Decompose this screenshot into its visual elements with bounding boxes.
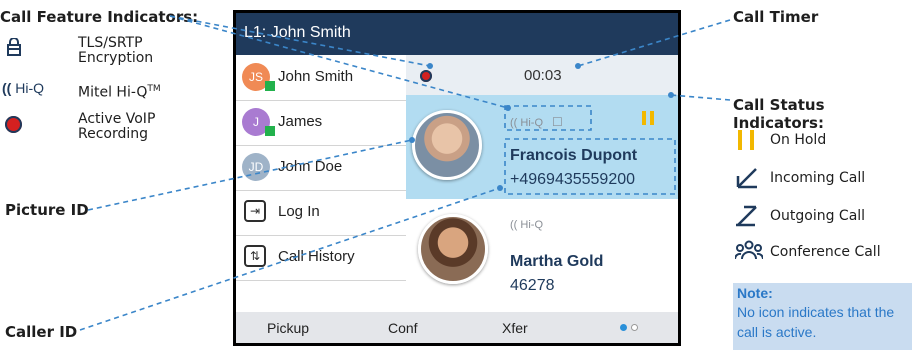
callout-box-caller [504, 138, 676, 195]
leader-dot [497, 185, 503, 191]
annotation-leader-lines [79, 15, 731, 331]
leader-line-status [670, 94, 731, 101]
leader-line-feature-hiq [169, 15, 509, 109]
leader-line-picture [87, 139, 413, 211]
leader-dot [409, 137, 415, 143]
leader-dot [505, 105, 511, 111]
leader-line-timer [577, 19, 731, 67]
leader-dot [575, 63, 581, 69]
leader-dot [427, 63, 433, 69]
leader-line-caller [79, 187, 501, 331]
leader-dot [668, 92, 674, 98]
leader-line-feature-rec [169, 15, 431, 67]
callout-box-feature [504, 105, 592, 131]
